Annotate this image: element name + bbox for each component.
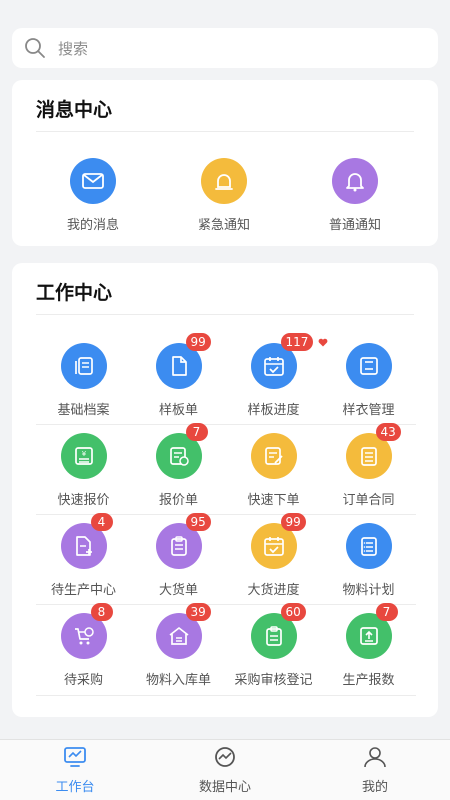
general-notice-button[interactable]: 普通通知	[305, 158, 405, 233]
bulk-progress-badge: 99	[280, 513, 306, 531]
bottom-tab-bar: 工作台 数据中心 我的	[0, 739, 450, 800]
cart-icon: 8	[60, 603, 113, 659]
message-center-card: 消息中心 我的消息 紧急通知 普通通知	[12, 80, 438, 246]
purchase-audit-badge: 60	[280, 603, 306, 621]
production-report-button[interactable]: 7 生产报数	[321, 597, 416, 688]
quotation-badge: 7	[185, 423, 208, 441]
material-plan-label: 物料计划	[342, 583, 395, 598]
sample-progress-label: 样板进度	[247, 403, 300, 418]
svg-text:¥: ¥	[81, 450, 86, 458]
sample-order-button[interactable]: 99 样板单	[131, 327, 226, 418]
production-icon: 4	[60, 513, 113, 569]
production-report-badge: 7	[375, 603, 398, 621]
quotation-button[interactable]: 7 报价单	[131, 417, 226, 508]
workbench-icon	[64, 747, 86, 767]
tab-workbench[interactable]: 工作台	[0, 746, 150, 795]
bulk-progress-label: 大货进度	[247, 583, 300, 598]
order-contract-button[interactable]: 43 订单合同	[321, 417, 416, 508]
search-input[interactable]: 搜索	[58, 38, 88, 59]
pending-production-button[interactable]: 4 待生产中心	[36, 507, 131, 598]
pending-purchase-label: 待采购	[63, 673, 103, 688]
contract-icon: 43	[345, 423, 401, 479]
work-center-card: 工作中心 基础档案 99 样板单 117 样板进度 样衣管理 ¥ 快速报价 7 …	[12, 263, 438, 717]
order-contract-badge: 43	[375, 423, 401, 441]
user-icon	[364, 747, 386, 768]
document-icon: 99	[155, 333, 211, 389]
quote-icon: ¥	[60, 433, 107, 479]
bulk-order-label: 大货单	[158, 583, 198, 598]
my-messages-button[interactable]: 我的消息	[43, 158, 143, 233]
tab-data-center[interactable]: 数据中心	[150, 746, 300, 795]
divider	[36, 314, 414, 315]
upload-report-icon: 7	[345, 603, 398, 659]
divider	[36, 131, 414, 132]
basic-archive-label: 基础档案	[57, 403, 110, 418]
general-notice-label: 普通通知	[328, 218, 381, 233]
material-inbound-button[interactable]: 39 物料入库单	[131, 597, 226, 688]
sample-progress-badge: 117	[280, 333, 314, 351]
my-messages-label: 我的消息	[66, 218, 119, 233]
calendar-icon: 117	[250, 333, 314, 389]
quick-quote-button[interactable]: ¥ 快速报价	[36, 417, 131, 508]
quick-quote-label: 快速报价	[57, 493, 110, 508]
purchase-audit-button[interactable]: 60 采购审核登记	[226, 597, 321, 688]
tab-data-center-label: 数据中心	[198, 780, 251, 795]
row-divider	[36, 695, 416, 696]
order-contract-label: 订单合同	[342, 493, 395, 508]
bell-icon	[332, 158, 378, 204]
save-icon	[345, 343, 392, 389]
archive-icon	[60, 343, 107, 389]
quotation-label: 报价单	[158, 493, 198, 508]
bulk-order-button[interactable]: 95 大货单	[131, 507, 226, 598]
pending-production-label: 待生产中心	[50, 583, 116, 598]
edit-order-icon	[250, 433, 297, 479]
heart-icon	[318, 338, 328, 347]
sample-garment-button[interactable]: 样衣管理	[321, 327, 416, 418]
sample-order-badge: 99	[185, 333, 211, 351]
sample-progress-button[interactable]: 117 样板进度	[226, 327, 321, 418]
quick-order-button[interactable]: 快速下单	[226, 417, 321, 508]
audit-icon: 60	[250, 603, 306, 659]
pending-purchase-badge: 8	[90, 603, 113, 621]
tab-workbench-label: 工作台	[55, 780, 95, 795]
calendar-check-icon: 99	[250, 513, 306, 569]
urgent-notice-label: 紧急通知	[197, 218, 250, 233]
clipboard-icon: 95	[155, 513, 211, 569]
basic-archive-button[interactable]: 基础档案	[36, 327, 131, 418]
bulk-order-badge: 95	[185, 513, 211, 531]
urgent-notice-button[interactable]: 紧急通知	[174, 158, 274, 233]
sample-order-label: 样板单	[158, 403, 198, 418]
tab-mine-label: 我的	[361, 780, 388, 795]
production-report-label: 生产报数	[342, 673, 395, 688]
search-icon	[25, 38, 45, 58]
material-inbound-label: 物料入库单	[145, 673, 211, 688]
message-center-title: 消息中心	[36, 99, 113, 121]
purchase-audit-label: 采购审核登记	[234, 673, 313, 688]
sample-garment-label: 样衣管理	[342, 403, 395, 418]
material-plan-button[interactable]: 物料计划	[321, 507, 416, 598]
mail-icon	[70, 158, 116, 204]
bulk-progress-button[interactable]: 99 大货进度	[226, 507, 321, 598]
material-inbound-badge: 39	[185, 603, 211, 621]
quick-order-label: 快速下单	[247, 493, 300, 508]
tab-mine[interactable]: 我的	[300, 746, 450, 795]
warehouse-icon: 39	[155, 603, 211, 659]
alarm-light-icon	[201, 158, 247, 204]
search-bar[interactable]: 搜索	[12, 28, 438, 68]
checklist-icon	[345, 523, 392, 569]
pending-production-badge: 4	[90, 513, 113, 531]
pending-purchase-button[interactable]: 8 待采购	[36, 597, 131, 688]
chart-icon	[215, 747, 235, 767]
quote-list-icon: 7	[155, 423, 208, 479]
work-center-title: 工作中心	[36, 282, 113, 304]
